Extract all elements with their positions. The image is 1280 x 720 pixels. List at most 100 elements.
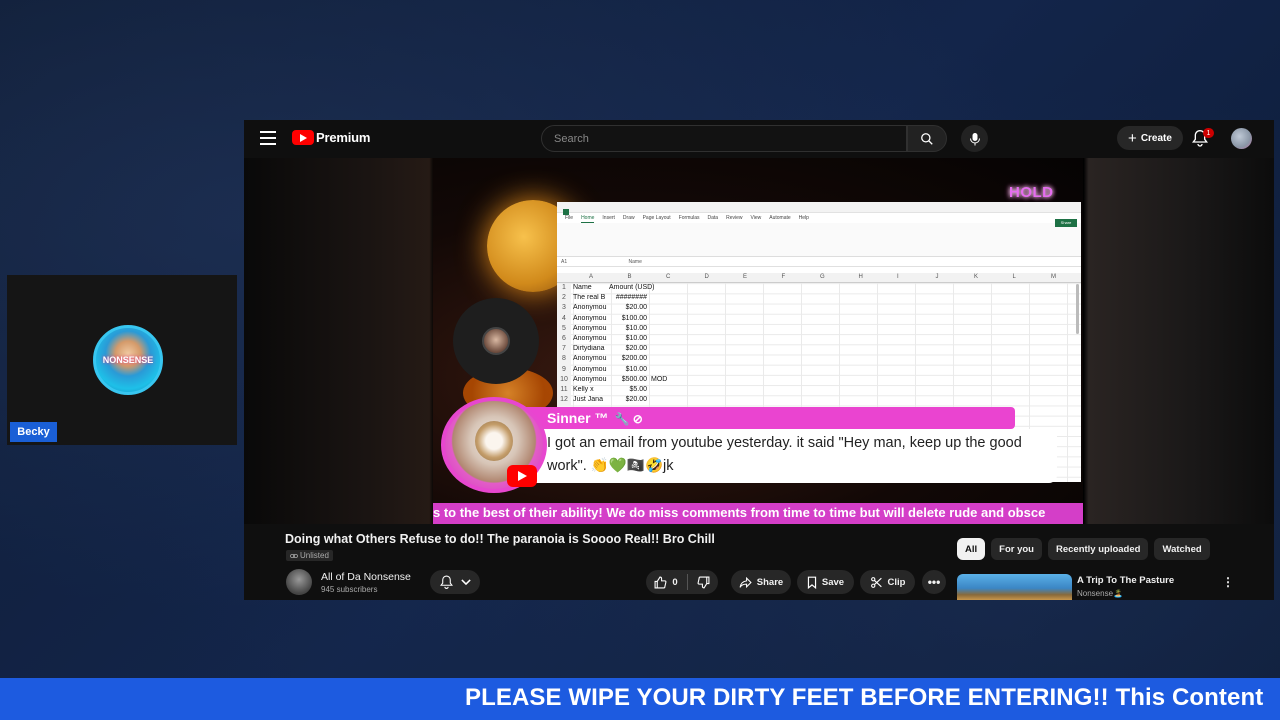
recommendation-channel[interactable]: Nonsense🏝️ [1077,589,1123,598]
video-player[interactable]: HOLD File Home Insert Draw Page Layout Formul… [244,158,1274,524]
donor-name: Anonymou [573,304,607,312]
row-number: 3 [557,304,571,315]
row-note [647,335,651,345]
recommendation-thumbnail[interactable] [957,574,1072,600]
spreadsheet-menu-item: Insert [602,215,615,221]
filter-chip[interactable]: All [957,538,986,560]
column-headers: A B C D E F G H I J K L M [557,273,1081,283]
search-button[interactable] [907,125,947,152]
spreadsheet-row: 6 Anonymou $10.00 [557,334,667,346]
filter-chip[interactable]: Recently uploaded [1047,538,1149,560]
video-title: Doing what Others Refuse to do!! The par… [285,532,715,546]
create-button[interactable]: + Create [1117,126,1183,150]
spreadsheet-ribbon [557,223,1081,257]
donation-amount: Amount (USD) [609,284,655,291]
webcam-avatar-text: NONSENSE [102,355,154,365]
save-label: Save [821,576,845,588]
video-frame[interactable]: HOLD File Home Insert Draw Page Layout Formul… [433,158,1083,524]
recommendation-more-icon[interactable]: ⋮ [1222,575,1234,589]
spreadsheet-menu-item: Review [726,215,743,221]
row-number: 8 [557,355,571,366]
row-number: 7 [557,345,571,356]
column-header: I [897,274,899,280]
spreadsheet-menu-item: Home [581,215,595,223]
spreadsheet-row: 3 Anonymou $20.00 [557,304,667,315]
donation-amount: $20.00 [625,345,647,353]
scrolling-ticker: s to the best of their ability! We do mi… [433,503,1083,524]
donation-amount: $500.00 [621,375,647,383]
donation-amount: $10.00 [625,334,647,342]
column-header: H [858,274,863,280]
thumbs-up-icon[interactable] [654,576,667,589]
donor-name: Name [573,284,592,291]
channel-name[interactable]: All of Da Nonsense [321,571,411,583]
banner-text: PLEASE WIPE YOUR DIRTY FEET BEFORE ENTER… [465,684,1264,711]
row-number: 4 [557,314,571,325]
plus-icon: + [1128,129,1137,147]
streamer-face [482,327,510,355]
donor-name: Anonymou [573,314,607,322]
row-number: 10 [557,375,571,386]
spreadsheet-menu-item: Draw [622,215,635,221]
spreadsheet-menu-item: File [565,215,574,221]
spreadsheet-menu-item: Page Layout [642,215,671,221]
share-button[interactable]: Share [731,570,791,594]
clip-label: Clip [887,576,906,588]
filter-chip[interactable]: For you [991,538,1042,560]
spreadsheet-menu-item: Automate [769,215,791,221]
save-button[interactable]: Save [797,570,854,594]
spreadsheet-row: 1 Name Amount (USD) [557,284,667,295]
donation-amount: $100.00 [621,314,647,322]
column-header: C [666,274,671,280]
row-note [647,366,651,376]
spreadsheet-row: 4 Anonymou $100.00 [557,314,667,325]
subscription-bell-button[interactable] [430,570,480,594]
spreadsheet-row: 9 Anonymou $10.00 [557,365,667,376]
webcam-name-tag: Becky [10,422,57,442]
column-header: G [820,274,825,280]
create-label: Create [1140,132,1172,144]
search-input[interactable]: Search [541,125,907,152]
like-count: 0 [672,576,678,588]
row-note [647,325,651,335]
spreadsheet-titlebar [557,202,1081,215]
channel-avatar[interactable] [286,569,312,595]
voice-search-button[interactable] [961,125,988,152]
chat-message: I got an email from youtube yesterday. i… [521,429,1057,483]
menu-icon[interactable] [260,131,276,145]
thumbs-down-icon[interactable] [697,576,710,589]
youtube-logo[interactable]: Premium [292,130,370,145]
bottom-banner: PLEASE WIPE YOUR DIRTY FEET BEFORE ENTER… [0,678,1280,720]
spreadsheet-share-button: Share [1055,219,1077,227]
spreadsheet-menu: File Home Insert Draw Page Layout Formulas Dat… [557,213,1081,223]
formula-value: Name [628,259,642,265]
column-header: B [627,274,632,280]
youtube-badge-icon [507,465,537,487]
filter-chip[interactable]: Watched [1154,538,1210,560]
like-dislike-group[interactable]: 0 [646,570,718,594]
search-icon [921,132,933,145]
row-note [647,386,651,396]
row-number: 9 [557,365,571,376]
spreadsheet-menu-item: Help [798,215,809,221]
row-number: 2 [557,294,571,305]
donation-amount: ######## [615,294,647,302]
donation-amount: $10.00 [625,324,647,332]
spreadsheet-menu-item: Formulas [678,215,700,221]
link-icon [290,553,298,558]
brand-label: Premium [316,130,371,145]
donation-amount: $10.00 [625,365,647,373]
hold-overlay-text: HOLD [1009,184,1054,201]
row-note [647,345,651,355]
more-actions-button[interactable]: ••• [922,570,946,594]
account-avatar[interactable] [1231,128,1252,149]
donor-name: Anonymou [573,324,607,332]
clip-button[interactable]: Clip [860,570,915,594]
bell-icon [439,575,453,589]
spreadsheet-row: 2 The real B ######## [557,294,667,305]
donor-name: Anonymou [573,365,607,373]
share-label: Share [756,576,784,588]
donor-name: Anonymou [573,355,607,363]
chat-author-icons: 🔧 ⊘ [614,412,643,426]
recommendation-title[interactable]: A Trip To The Pasture [1077,575,1174,586]
